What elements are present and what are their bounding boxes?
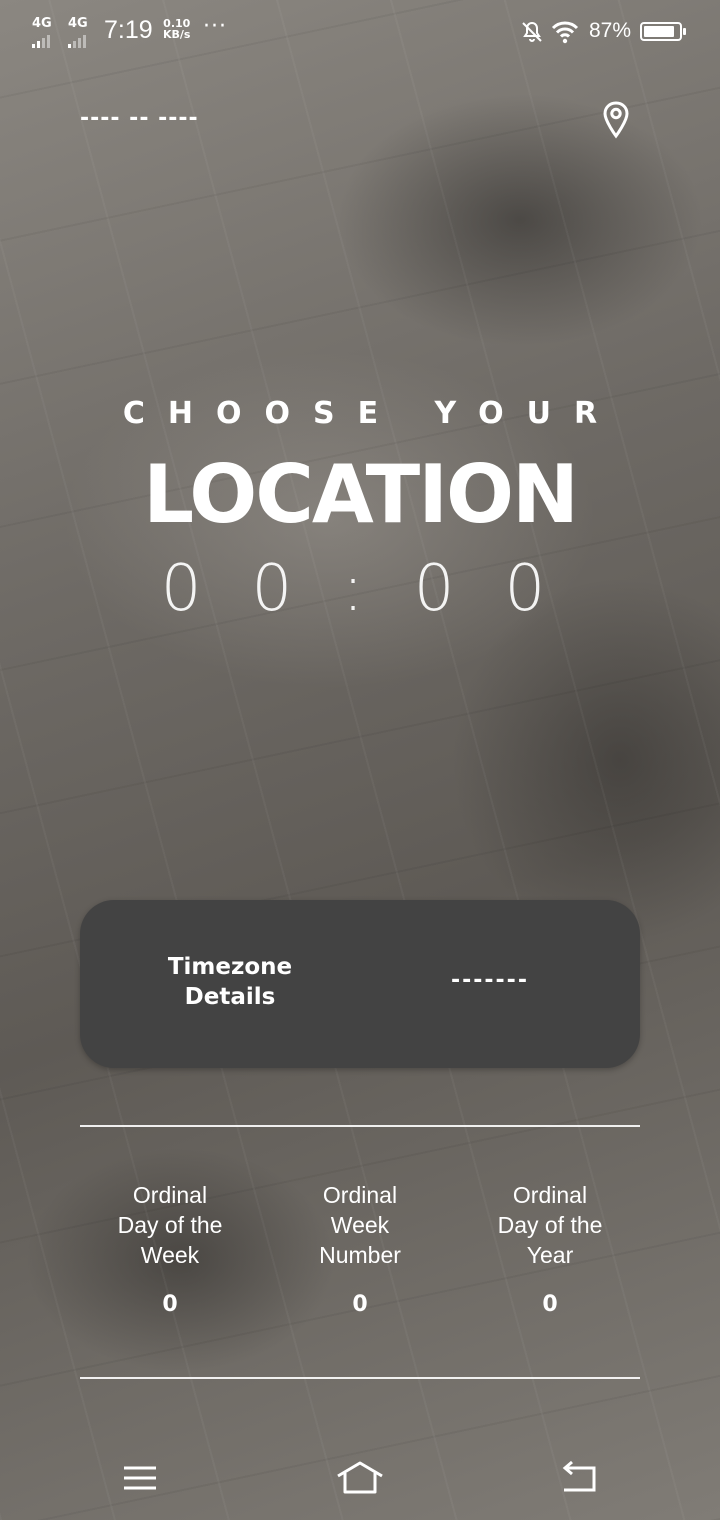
signal-indicator-2: 4G — [68, 16, 88, 48]
stat-label-line: Ordinal — [322, 1182, 398, 1208]
signal-indicator-1: 4G — [32, 16, 52, 48]
stat-label-line: Year — [526, 1242, 574, 1268]
stat-label-line: Number — [319, 1242, 401, 1268]
stat-value: 0 — [352, 1292, 368, 1317]
clock-hour-tens: 0 — [160, 552, 216, 626]
clock-separator: : — [342, 552, 378, 626]
clock-minute-tens: 0 — [413, 552, 469, 626]
map-pin-icon[interactable] — [600, 100, 632, 140]
network-speed: 0.10 KB/s — [163, 18, 190, 40]
stat-day-of-year: Ordinal Day of the Year 0 — [455, 1180, 645, 1317]
battery-percent: 87% — [589, 19, 632, 42]
status-bar: 4G 4G 7:19 0.10 KB/s ··· 87% — [0, 0, 720, 64]
network-type-1: 4G — [32, 16, 52, 31]
timezone-label-line1: Timezone — [167, 954, 293, 980]
timezone-label-line2: Details — [184, 984, 276, 1010]
date-display: ---- -- ---- — [80, 106, 199, 131]
stat-label-line: Week — [330, 1212, 390, 1238]
stat-label-line: Ordinal — [512, 1182, 588, 1208]
battery-icon — [640, 22, 686, 41]
network-type-2: 4G — [68, 16, 88, 31]
menu-icon[interactable] — [118, 1460, 162, 1496]
stat-value: 0 — [542, 1292, 558, 1317]
system-nav-bar — [0, 1440, 720, 1520]
choose-your-heading: CHOOSE YOUR — [122, 396, 621, 431]
speed-unit: KB/s — [163, 28, 191, 41]
stat-label-line: Day of the — [497, 1212, 603, 1238]
large-clock: 00:00 — [0, 552, 720, 626]
divider-bottom — [80, 1377, 640, 1379]
signal-bars-icon — [32, 33, 52, 48]
stat-value: 0 — [162, 1292, 178, 1317]
timezone-label: Timezone Details — [140, 952, 320, 1012]
back-icon[interactable] — [558, 1460, 602, 1496]
stat-label-line: Week — [140, 1242, 200, 1268]
stat-label-line: Day of the — [117, 1212, 223, 1238]
timezone-value: ------- — [451, 968, 529, 993]
more-notifications-icon: ··· — [203, 14, 227, 39]
timezone-card[interactable]: Timezone Details ------- — [80, 900, 640, 1068]
stat-label-line: Ordinal — [132, 1182, 208, 1208]
stat-label: Ordinal Day of the Year — [455, 1180, 645, 1270]
home-icon[interactable] — [336, 1460, 384, 1496]
stat-label: Ordinal Week Number — [265, 1180, 455, 1270]
location-heading: LOCATION — [143, 448, 579, 541]
battery-fill — [644, 26, 674, 37]
wifi-icon — [551, 21, 579, 44]
status-time: 7:19 — [104, 16, 153, 44]
stat-label: Ordinal Day of the Week — [75, 1180, 265, 1270]
clock-minute-ones: 0 — [504, 552, 560, 626]
signal-bars-icon — [68, 33, 88, 48]
stat-week-number: Ordinal Week Number 0 — [265, 1180, 455, 1317]
divider-top — [80, 1125, 640, 1127]
stat-day-of-week: Ordinal Day of the Week 0 — [75, 1180, 265, 1317]
bell-off-icon — [522, 21, 542, 42]
clock-hour-ones: 0 — [251, 552, 307, 626]
